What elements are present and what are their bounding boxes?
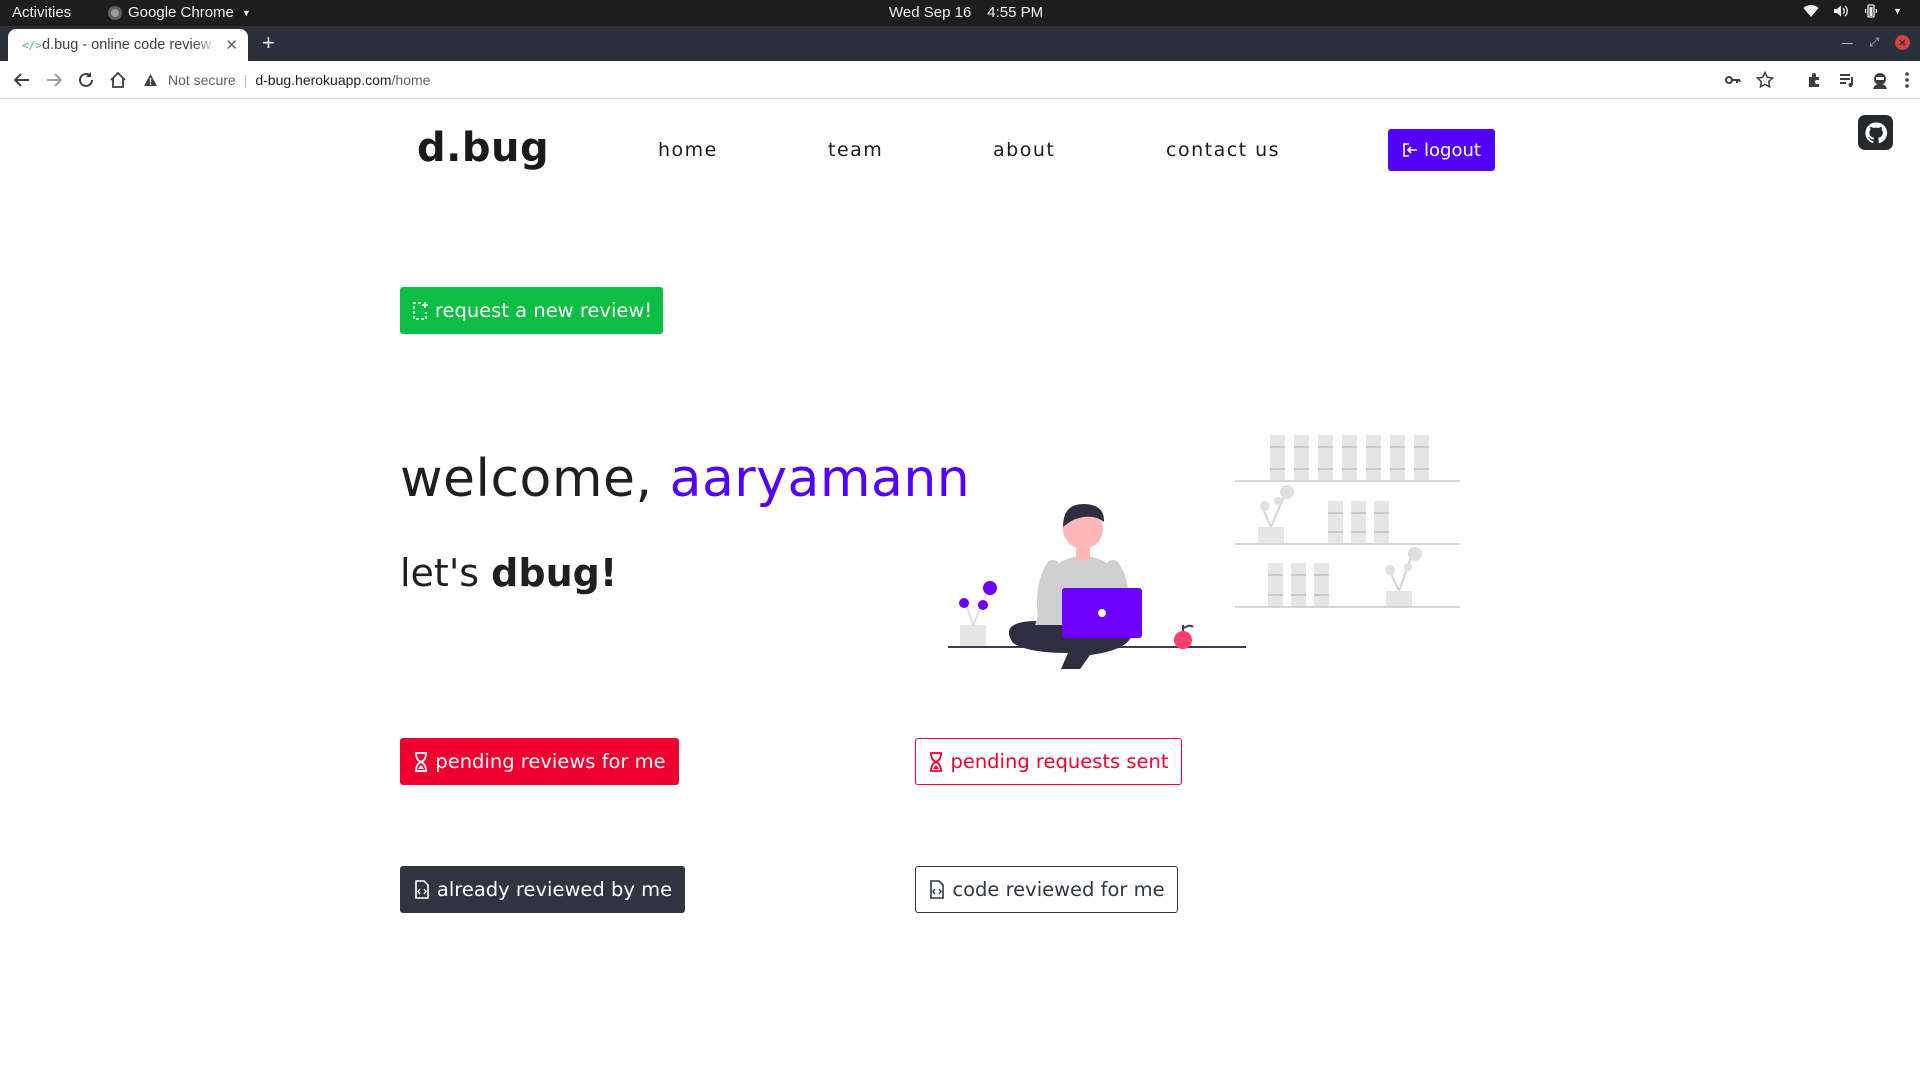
caret-down-icon: ▼ (241, 7, 251, 18)
page-content: d.bug home team about contact us logout … (0, 99, 1920, 1080)
logout-button[interactable]: logout (1388, 129, 1495, 171)
code-favicon-icon: </> (22, 38, 42, 52)
address-bar[interactable]: Not secure | d-bug.herokuapp.com /home (140, 65, 1735, 95)
browser-tab[interactable]: </> d.bug - online code review ✕ (8, 29, 248, 61)
code-reviewed-for-me-button[interactable]: code reviewed for me (915, 866, 1178, 913)
code-reviewed-for-me-label: code reviewed for me (952, 878, 1165, 901)
app-menu[interactable]: Google Chrome ▼ (108, 4, 251, 21)
not-secure-label: Not secure (168, 72, 236, 88)
window-close-icon[interactable]: × (1895, 35, 1910, 50)
developer-at-desk-illustration (948, 435, 1460, 669)
volume-icon (1834, 5, 1848, 17)
nav-link-about[interactable]: about (993, 139, 1055, 161)
tagline-prefix: let's (400, 551, 492, 595)
hourglass-icon (415, 751, 428, 772)
clock-time: 4:55 PM (987, 4, 1044, 21)
profile-avatar-icon[interactable] (1870, 70, 1890, 90)
app-menu-label: Google Chrome (128, 4, 234, 21)
new-tab-button[interactable]: + (262, 32, 275, 54)
close-tab-icon[interactable]: ✕ (225, 36, 238, 54)
forward-icon[interactable] (42, 68, 66, 92)
request-new-review-button[interactable]: request a new review! (400, 287, 663, 334)
github-icon[interactable] (1858, 115, 1893, 150)
battery-icon (1865, 4, 1878, 18)
browser-toolbar: Not secure | d-bug.herokuapp.com /home (0, 61, 1920, 99)
pending-requests-sent-label: pending requests sent (950, 750, 1169, 773)
developer-person-illustration (1008, 503, 1142, 669)
window-controls: — ⤢ × (1841, 35, 1910, 50)
url-host: d-bug.herokuapp.com (255, 72, 392, 88)
already-reviewed-by-me-button[interactable]: already reviewed by me (400, 866, 685, 913)
tagline-bold: dbug! (491, 551, 618, 595)
pending-requests-sent-button[interactable]: pending requests sent (915, 738, 1182, 785)
tab-title: d.bug - online code review (42, 37, 212, 53)
warning-icon[interactable] (140, 73, 160, 87)
hourglass-icon (930, 751, 943, 772)
url-path: /home (391, 72, 431, 88)
chrome-icon (108, 5, 122, 20)
url-separator: | (243, 72, 248, 88)
wifi-icon (1803, 5, 1819, 18)
tagline: let's dbug! (400, 551, 617, 595)
clock[interactable]: Wed Sep 16 4:55 PM (889, 4, 1043, 21)
chrome-menu-icon[interactable] (1904, 71, 1910, 89)
reload-icon[interactable] (74, 68, 98, 92)
nav-link-contact-us[interactable]: contact us (1166, 139, 1280, 161)
pending-reviews-for-me-button[interactable]: pending reviews for me (400, 738, 679, 785)
plant-illustration (959, 581, 997, 646)
pending-reviews-for-me-label: pending reviews for me (435, 750, 666, 773)
minimize-icon[interactable]: — (1841, 36, 1853, 50)
already-reviewed-by-me-label: already reviewed by me (436, 878, 673, 901)
logout-icon (1403, 143, 1418, 157)
bookmark-star-icon[interactable] (1756, 71, 1774, 89)
system-tray[interactable]: ▼ (1803, 3, 1902, 19)
code-file-icon (930, 879, 945, 899)
nav-link-team[interactable]: team (828, 139, 883, 161)
username: aaryamann (669, 449, 971, 509)
maximize-icon[interactable]: ⤢ (1869, 35, 1879, 50)
tab-strip: </> d.bug - online code review ✕ + — ⤢ × (0, 26, 1920, 61)
new-document-icon (413, 301, 428, 320)
tray-caret-icon: ▼ (1893, 6, 1902, 16)
media-queue-icon[interactable] (1838, 71, 1856, 89)
site-logo[interactable]: d.bug (417, 125, 549, 171)
system-top-bar: Activities Google Chrome ▼ Wed Sep 16 4:… (0, 0, 1920, 26)
home-icon[interactable] (106, 68, 130, 92)
request-new-review-label: request a new review! (434, 299, 653, 322)
clock-date: Wed Sep 16 (889, 4, 972, 21)
logout-label: logout (1424, 139, 1481, 161)
activities-button[interactable]: Activities (12, 4, 71, 21)
code-file-icon (415, 879, 429, 899)
toolbar-right-icons (1724, 70, 1910, 90)
bookshelf-illustration (1235, 435, 1460, 608)
key-icon[interactable] (1724, 71, 1742, 89)
extensions-icon[interactable] (1806, 71, 1824, 89)
welcome-heading: welcome, aaryamann (400, 449, 970, 509)
back-icon[interactable] (10, 68, 34, 92)
welcome-prefix: welcome, (400, 449, 670, 509)
nav-link-home[interactable]: home (658, 139, 718, 161)
